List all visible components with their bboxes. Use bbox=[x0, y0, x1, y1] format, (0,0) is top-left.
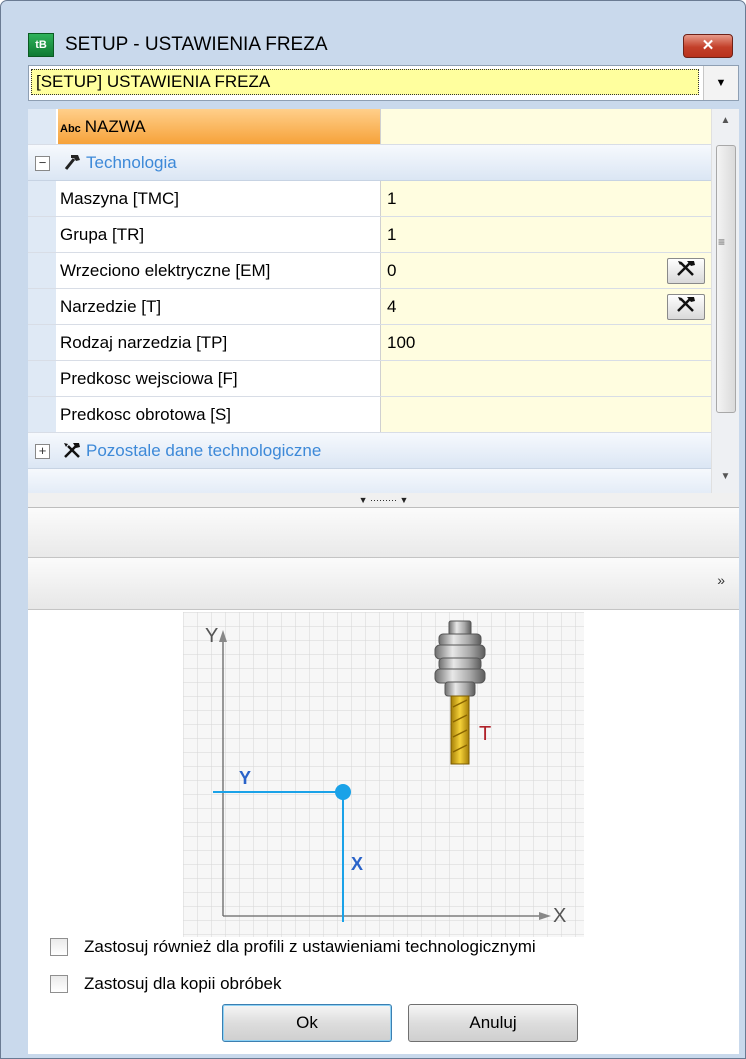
property-row-rotation[interactable]: Predkosc obrotowa [S] bbox=[28, 397, 711, 433]
tool-label: T bbox=[479, 723, 491, 745]
spindle-value: 0 bbox=[387, 261, 397, 280]
text-type-icon: Abc bbox=[60, 123, 81, 135]
expand-icon[interactable]: + bbox=[35, 444, 50, 459]
tools-picker-button[interactable] bbox=[667, 258, 705, 284]
property-label: Predkosc wejsciowa [F] bbox=[58, 361, 380, 396]
tools-icon bbox=[62, 440, 82, 465]
apply-copies-checkbox[interactable] bbox=[50, 975, 68, 993]
apply-profiles-checkbox[interactable] bbox=[50, 938, 68, 956]
property-label-text: NAZWA bbox=[84, 117, 146, 136]
dialog-content: Abc NAZWA − Technologia Maszyna [TMC] 1 G… bbox=[28, 109, 739, 1054]
property-label: Predkosc obrotowa [S] bbox=[58, 397, 380, 432]
property-row-feed[interactable]: Predkosc wejsciowa [F] bbox=[28, 361, 711, 397]
y-axis-label: Y bbox=[205, 625, 218, 647]
cancel-button[interactable]: Anuluj bbox=[408, 1004, 578, 1042]
tools-picker-button[interactable] bbox=[667, 294, 705, 320]
tool-preview: T Y X Y X bbox=[183, 612, 584, 937]
property-label: Rodzaj narzedzia [TP] bbox=[58, 325, 380, 360]
title-bar[interactable]: tB SETUP - USTAWIENIA FREZA ✕ bbox=[1, 1, 745, 63]
feed-speed-field[interactable] bbox=[380, 361, 711, 396]
group-field[interactable]: 1 bbox=[380, 217, 711, 252]
setup-selector-value: [SETUP] USTAWIENIA FREZA bbox=[31, 69, 699, 95]
property-row-name[interactable]: Abc NAZWA bbox=[28, 109, 711, 145]
close-button[interactable]: ✕ bbox=[683, 34, 733, 58]
dialog-window: tB SETUP - USTAWIENIA FREZA ✕ [SETUP] US… bbox=[0, 0, 746, 1059]
apply-copies-label: Zastosuj dla kopii obróbek bbox=[84, 974, 282, 993]
property-label: Wrzeciono elektryczne [EM] bbox=[58, 253, 380, 288]
rotation-speed-field[interactable] bbox=[380, 397, 711, 432]
info-panel bbox=[28, 508, 739, 558]
y-offset-label: Y bbox=[239, 768, 251, 788]
property-row-machine[interactable]: Maszyna [TMC] 1 bbox=[28, 181, 711, 217]
apply-profiles-label: Zastosuj również dla profili z ustawieni… bbox=[84, 937, 536, 956]
double-chevron-down-icon[interactable]: » bbox=[717, 572, 725, 588]
property-label: Abc NAZWA bbox=[58, 109, 380, 144]
x-offset-label: X bbox=[351, 854, 363, 874]
scroll-up-icon[interactable]: ▲ bbox=[712, 109, 739, 133]
property-row-group[interactable]: Grupa [TR] 1 bbox=[28, 217, 711, 253]
property-row-tool-type[interactable]: Rodzaj narzedzia [TP] 100 bbox=[28, 325, 711, 361]
scrollbar-thumb[interactable] bbox=[716, 145, 736, 413]
property-grid: Abc NAZWA − Technologia Maszyna [TMC] 1 G… bbox=[28, 109, 711, 493]
group-title: Technologia bbox=[86, 153, 177, 172]
group-title: Pozostale dane technologiczne bbox=[86, 441, 322, 460]
property-label: Narzedzie [T] bbox=[58, 289, 380, 324]
splitter-handle[interactable]: ▼ ⋯⋯⋯ ▼ bbox=[28, 493, 739, 508]
name-field[interactable] bbox=[380, 109, 711, 144]
preview-drawing: T Y X Y X bbox=[183, 612, 584, 937]
tools-icon bbox=[677, 297, 695, 312]
tool-value: 4 bbox=[387, 297, 397, 316]
scroll-down-icon[interactable]: ▼ bbox=[712, 465, 739, 489]
group-partial-row bbox=[28, 469, 711, 493]
window-title: SETUP - USTAWIENIA FREZA bbox=[65, 34, 328, 55]
setup-selector[interactable]: [SETUP] USTAWIENIA FREZA ▼ bbox=[28, 65, 739, 101]
spindle-field[interactable]: 0 bbox=[380, 253, 711, 288]
property-label: Maszyna [TMC] bbox=[58, 181, 380, 216]
ok-button[interactable]: Ok bbox=[222, 1004, 392, 1042]
property-row-tool[interactable]: Narzedzie [T] 4 bbox=[28, 289, 711, 325]
group-technology[interactable]: − Technologia bbox=[28, 145, 711, 181]
x-axis-label: X bbox=[553, 905, 566, 927]
tools-icon bbox=[677, 261, 695, 276]
vertical-scrollbar[interactable]: ▲ ≡ ▼ bbox=[711, 109, 739, 493]
property-row-spindle[interactable]: Wrzeciono elektryczne [EM] 0 bbox=[28, 253, 711, 289]
dropdown-arrow-icon[interactable]: ▼ bbox=[703, 66, 738, 100]
origin-point bbox=[335, 784, 351, 800]
expand-panel[interactable]: » bbox=[28, 558, 739, 610]
property-label: Grupa [TR] bbox=[58, 217, 380, 252]
tool-field[interactable]: 4 bbox=[380, 289, 711, 324]
machine-field[interactable]: 1 bbox=[380, 181, 711, 216]
grip-icon: ≡ bbox=[718, 235, 726, 249]
hammer-icon bbox=[62, 152, 82, 177]
app-icon: tB bbox=[28, 33, 54, 57]
group-other-tech[interactable]: + Pozostale dane technologiczne bbox=[28, 433, 711, 469]
collapse-icon[interactable]: − bbox=[35, 156, 50, 171]
tool-type-field[interactable]: 100 bbox=[380, 325, 711, 360]
